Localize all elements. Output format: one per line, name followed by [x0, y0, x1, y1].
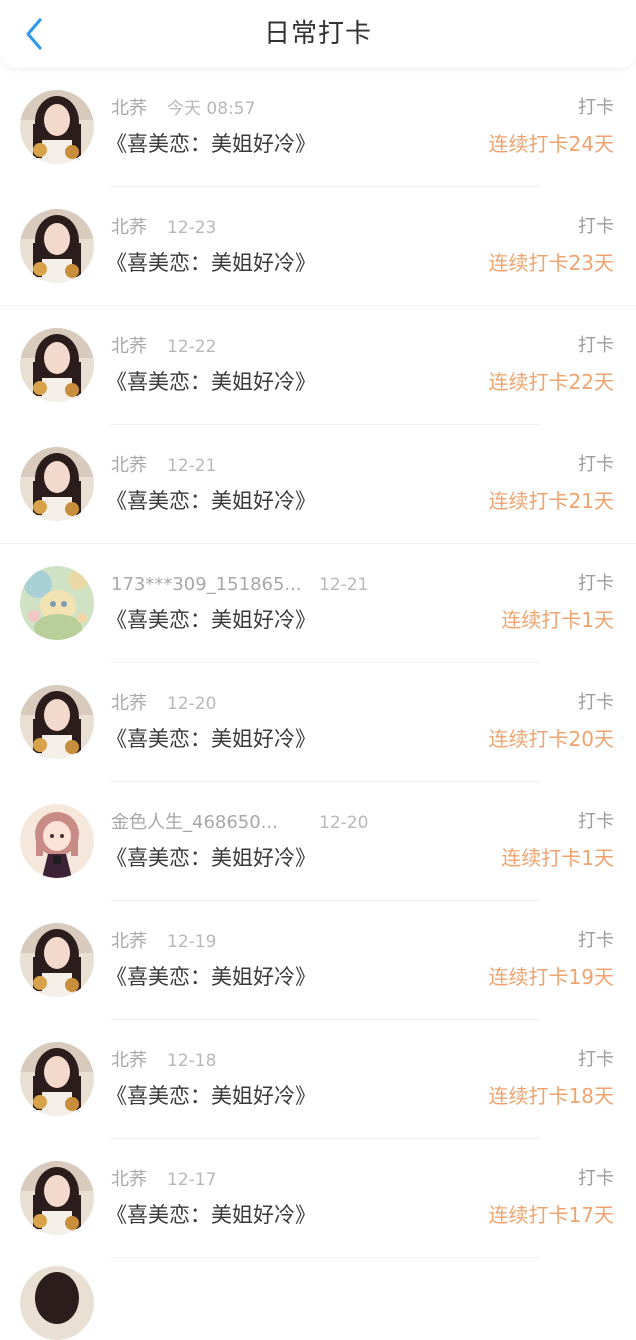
streak-label: 连续打卡17天 [488, 1203, 614, 1227]
top-bar: 日常打卡 [0, 0, 636, 68]
action-label: 打卡 [578, 811, 614, 832]
action-label: 打卡 [578, 97, 614, 118]
portrait-avatar-icon [20, 209, 94, 283]
book-title[interactable]: 《喜美恋：美姐好冷》 [106, 1080, 316, 1112]
user-avatar[interactable] [20, 328, 94, 402]
streak-label: 连续打卡24天 [488, 132, 614, 156]
streak-label: 连续打卡20天 [488, 727, 614, 751]
list-item[interactable]: 北荞 12-22 《喜美恋：美姐好冷》 打卡 连续打卡22天 [0, 306, 636, 425]
checkin-list: 北荞 今天 08:57 《喜美恋：美姐好冷》 打卡 连续打卡24天 北荞 12-… [0, 68, 636, 1258]
action-label: 打卡 [578, 216, 614, 237]
user-avatar[interactable] [20, 209, 94, 283]
checkin-date: 今天 08:57 [167, 99, 256, 119]
list-item[interactable]: 北荞 12-18 《喜美恋：美姐好冷》 打卡 连续打卡18天 [0, 1020, 636, 1139]
list-item[interactable]: 173***309_151865... 12-21 《喜美恋：美姐好冷》 打卡 … [0, 544, 636, 663]
portrait-avatar-icon [20, 1161, 94, 1235]
action-label: 打卡 [578, 930, 614, 951]
streak-label: 连续打卡1天 [501, 608, 614, 632]
checkin-date: 12-21 [167, 456, 217, 476]
checkin-date: 12-18 [167, 1051, 217, 1071]
action-label: 打卡 [578, 454, 614, 475]
user-name[interactable]: 北荞 [111, 1167, 147, 1193]
user-name[interactable]: 北荞 [111, 453, 147, 479]
checkin-date: 12-20 [319, 813, 369, 833]
book-title[interactable]: 《喜美恋：美姐好冷》 [106, 247, 316, 279]
user-name[interactable]: 北荞 [111, 1048, 147, 1074]
user-avatar[interactable] [20, 804, 94, 878]
user-avatar[interactable] [20, 685, 94, 759]
book-title[interactable]: 《喜美恋：美姐好冷》 [106, 128, 316, 160]
streak-label: 连续打卡19天 [488, 965, 614, 989]
streak-label: 连续打卡18天 [488, 1084, 614, 1108]
user-name[interactable]: 173***309_151865... [111, 572, 302, 598]
user-avatar[interactable] [20, 90, 94, 164]
book-title[interactable]: 《喜美恋：美姐好冷》 [106, 961, 316, 993]
portrait-avatar-icon [20, 328, 94, 402]
user-name[interactable]: 北荞 [111, 96, 147, 122]
book-title[interactable]: 《喜美恋：美姐好冷》 [106, 485, 316, 517]
list-item[interactable]: 北荞 12-21 《喜美恋：美姐好冷》 打卡 连续打卡21天 [0, 425, 636, 544]
action-label: 打卡 [578, 335, 614, 356]
checkin-date: 12-17 [167, 1170, 217, 1190]
user-avatar[interactable] [20, 923, 94, 997]
action-label: 打卡 [578, 573, 614, 594]
illustration-avatar-icon [20, 566, 94, 640]
user-name[interactable]: 金色人生_468650... [111, 810, 278, 836]
book-title[interactable]: 《喜美恋：美姐好冷》 [106, 366, 316, 398]
list-item[interactable]: 北荞 今天 08:57 《喜美恋：美姐好冷》 打卡 连续打卡24天 [0, 68, 636, 187]
checkin-date: 12-22 [167, 337, 217, 357]
checkin-date: 12-19 [167, 932, 217, 952]
user-avatar[interactable] [20, 1161, 94, 1235]
user-avatar[interactable] [20, 447, 94, 521]
portrait-avatar-icon [20, 685, 94, 759]
list-item[interactable]: 北荞 12-20 《喜美恋：美姐好冷》 打卡 连续打卡20天 [0, 663, 636, 782]
user-name[interactable]: 北荞 [111, 929, 147, 955]
user-name[interactable]: 北荞 [111, 334, 147, 360]
list-item[interactable]: 北荞 12-19 《喜美恋：美姐好冷》 打卡 连续打卡19天 [0, 901, 636, 1020]
checkin-date: 12-23 [167, 218, 217, 238]
next-row-avatar-peek [20, 1266, 94, 1340]
checkin-page: 日常打卡 北荞 今天 08:57 《喜美恋：美姐好冷》 打卡 连续打卡24天 北… [0, 0, 636, 1340]
streak-label: 连续打卡21天 [488, 489, 614, 513]
cartoon-girl-avatar-icon [20, 804, 94, 878]
action-label: 打卡 [578, 692, 614, 713]
user-avatar[interactable] [20, 1042, 94, 1116]
portrait-avatar-icon [20, 1042, 94, 1116]
list-item[interactable]: 金色人生_468650... 12-20 《喜美恋：美姐好冷》 打卡 连续打卡1… [0, 782, 636, 901]
portrait-avatar-icon [20, 1266, 94, 1340]
streak-label: 连续打卡1天 [501, 846, 614, 870]
streak-label: 连续打卡22天 [488, 370, 614, 394]
user-name[interactable]: 北荞 [111, 215, 147, 241]
portrait-avatar-icon [20, 923, 94, 997]
portrait-avatar-icon [20, 447, 94, 521]
book-title[interactable]: 《喜美恋：美姐好冷》 [106, 1199, 316, 1231]
book-title[interactable]: 《喜美恋：美姐好冷》 [106, 604, 316, 636]
book-title[interactable]: 《喜美恋：美姐好冷》 [106, 723, 316, 755]
streak-label: 连续打卡23天 [488, 251, 614, 275]
checkin-date: 12-21 [319, 575, 369, 595]
portrait-avatar-icon [20, 90, 94, 164]
user-name[interactable]: 北荞 [111, 691, 147, 717]
user-avatar[interactable] [20, 566, 94, 640]
page-title: 日常打卡 [263, 19, 372, 49]
list-item[interactable]: 北荞 12-17 《喜美恋：美姐好冷》 打卡 连续打卡17天 [0, 1139, 636, 1258]
book-title[interactable]: 《喜美恋：美姐好冷》 [106, 842, 316, 874]
action-label: 打卡 [578, 1049, 614, 1070]
checkin-date: 12-20 [167, 694, 217, 714]
action-label: 打卡 [578, 1168, 614, 1189]
list-item[interactable]: 北荞 12-23 《喜美恋：美姐好冷》 打卡 连续打卡23天 [0, 187, 636, 306]
